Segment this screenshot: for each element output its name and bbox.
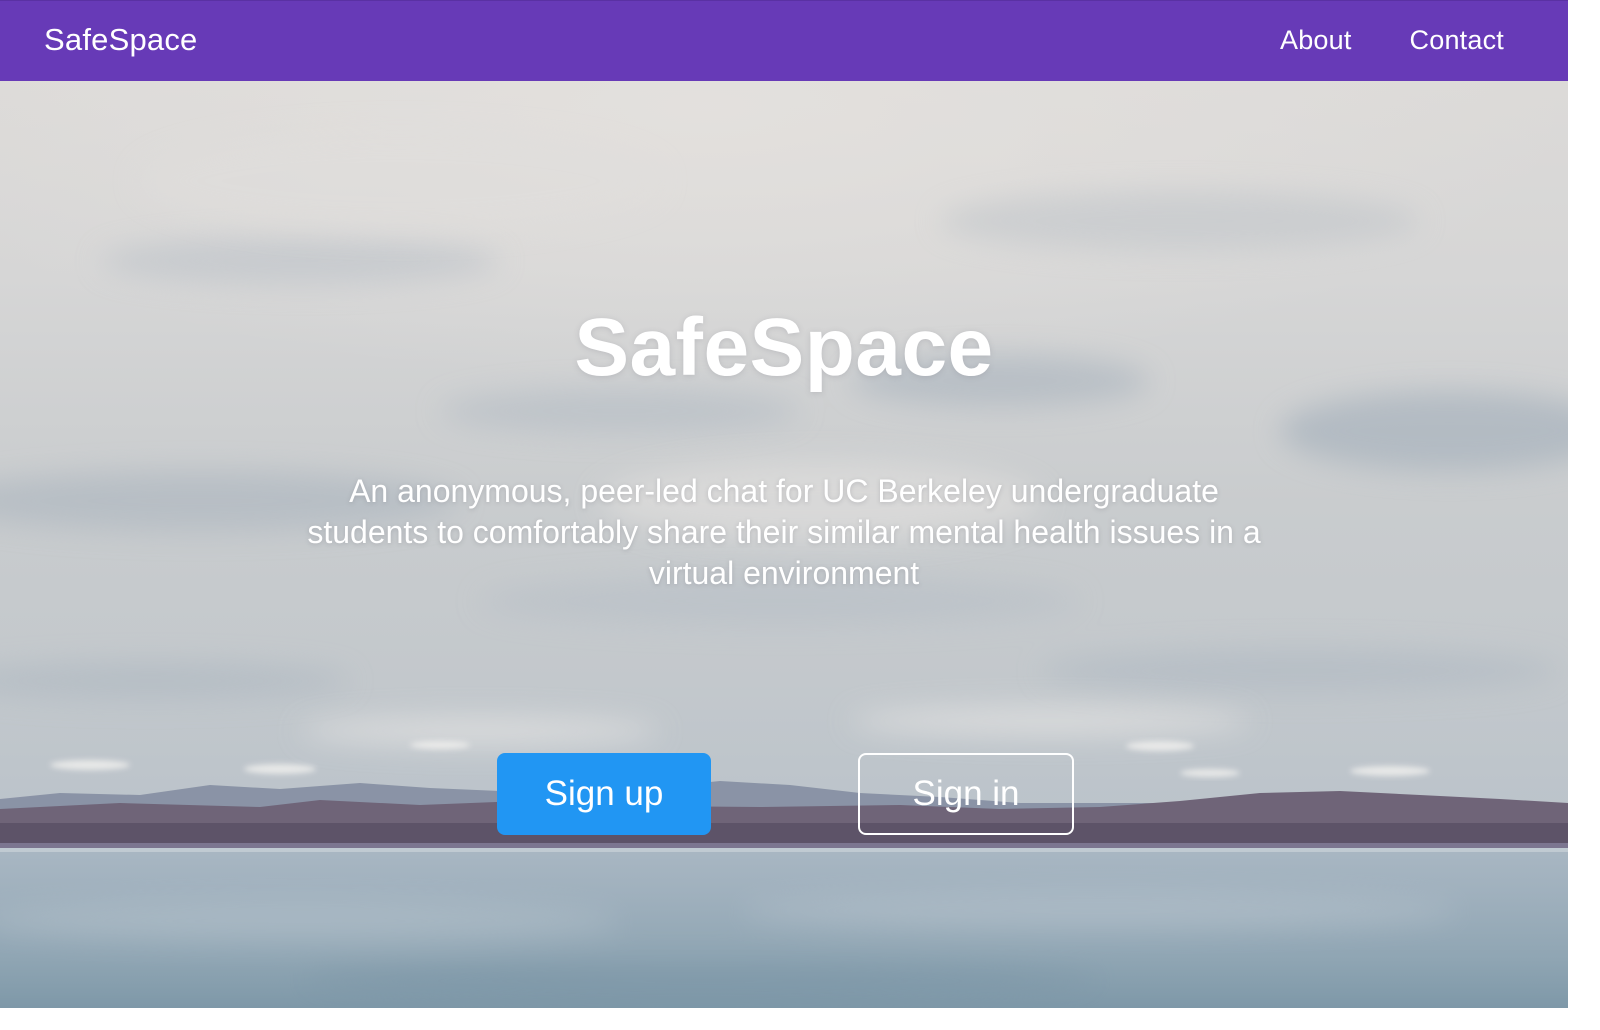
nav-link-contact[interactable]: Contact (1410, 25, 1504, 56)
nav-links: About Contact (1280, 25, 1504, 56)
hero-subtitle: An anonymous, peer-led chat for UC Berke… (307, 473, 1261, 591)
signup-button[interactable]: Sign up (497, 753, 711, 835)
hero-section: SafeSpace An anonymous, peer-led chat fo… (0, 81, 1568, 1008)
brand-link[interactable]: SafeSpace (44, 22, 197, 58)
landing-page: SafeSpace About Contact SafeSpace An ano… (0, 0, 1568, 1008)
signin-button[interactable]: Sign in (858, 753, 1074, 835)
hero-title: SafeSpace (574, 302, 994, 393)
navbar: SafeSpace About Contact (0, 0, 1568, 81)
nav-link-about[interactable]: About (1280, 25, 1352, 56)
